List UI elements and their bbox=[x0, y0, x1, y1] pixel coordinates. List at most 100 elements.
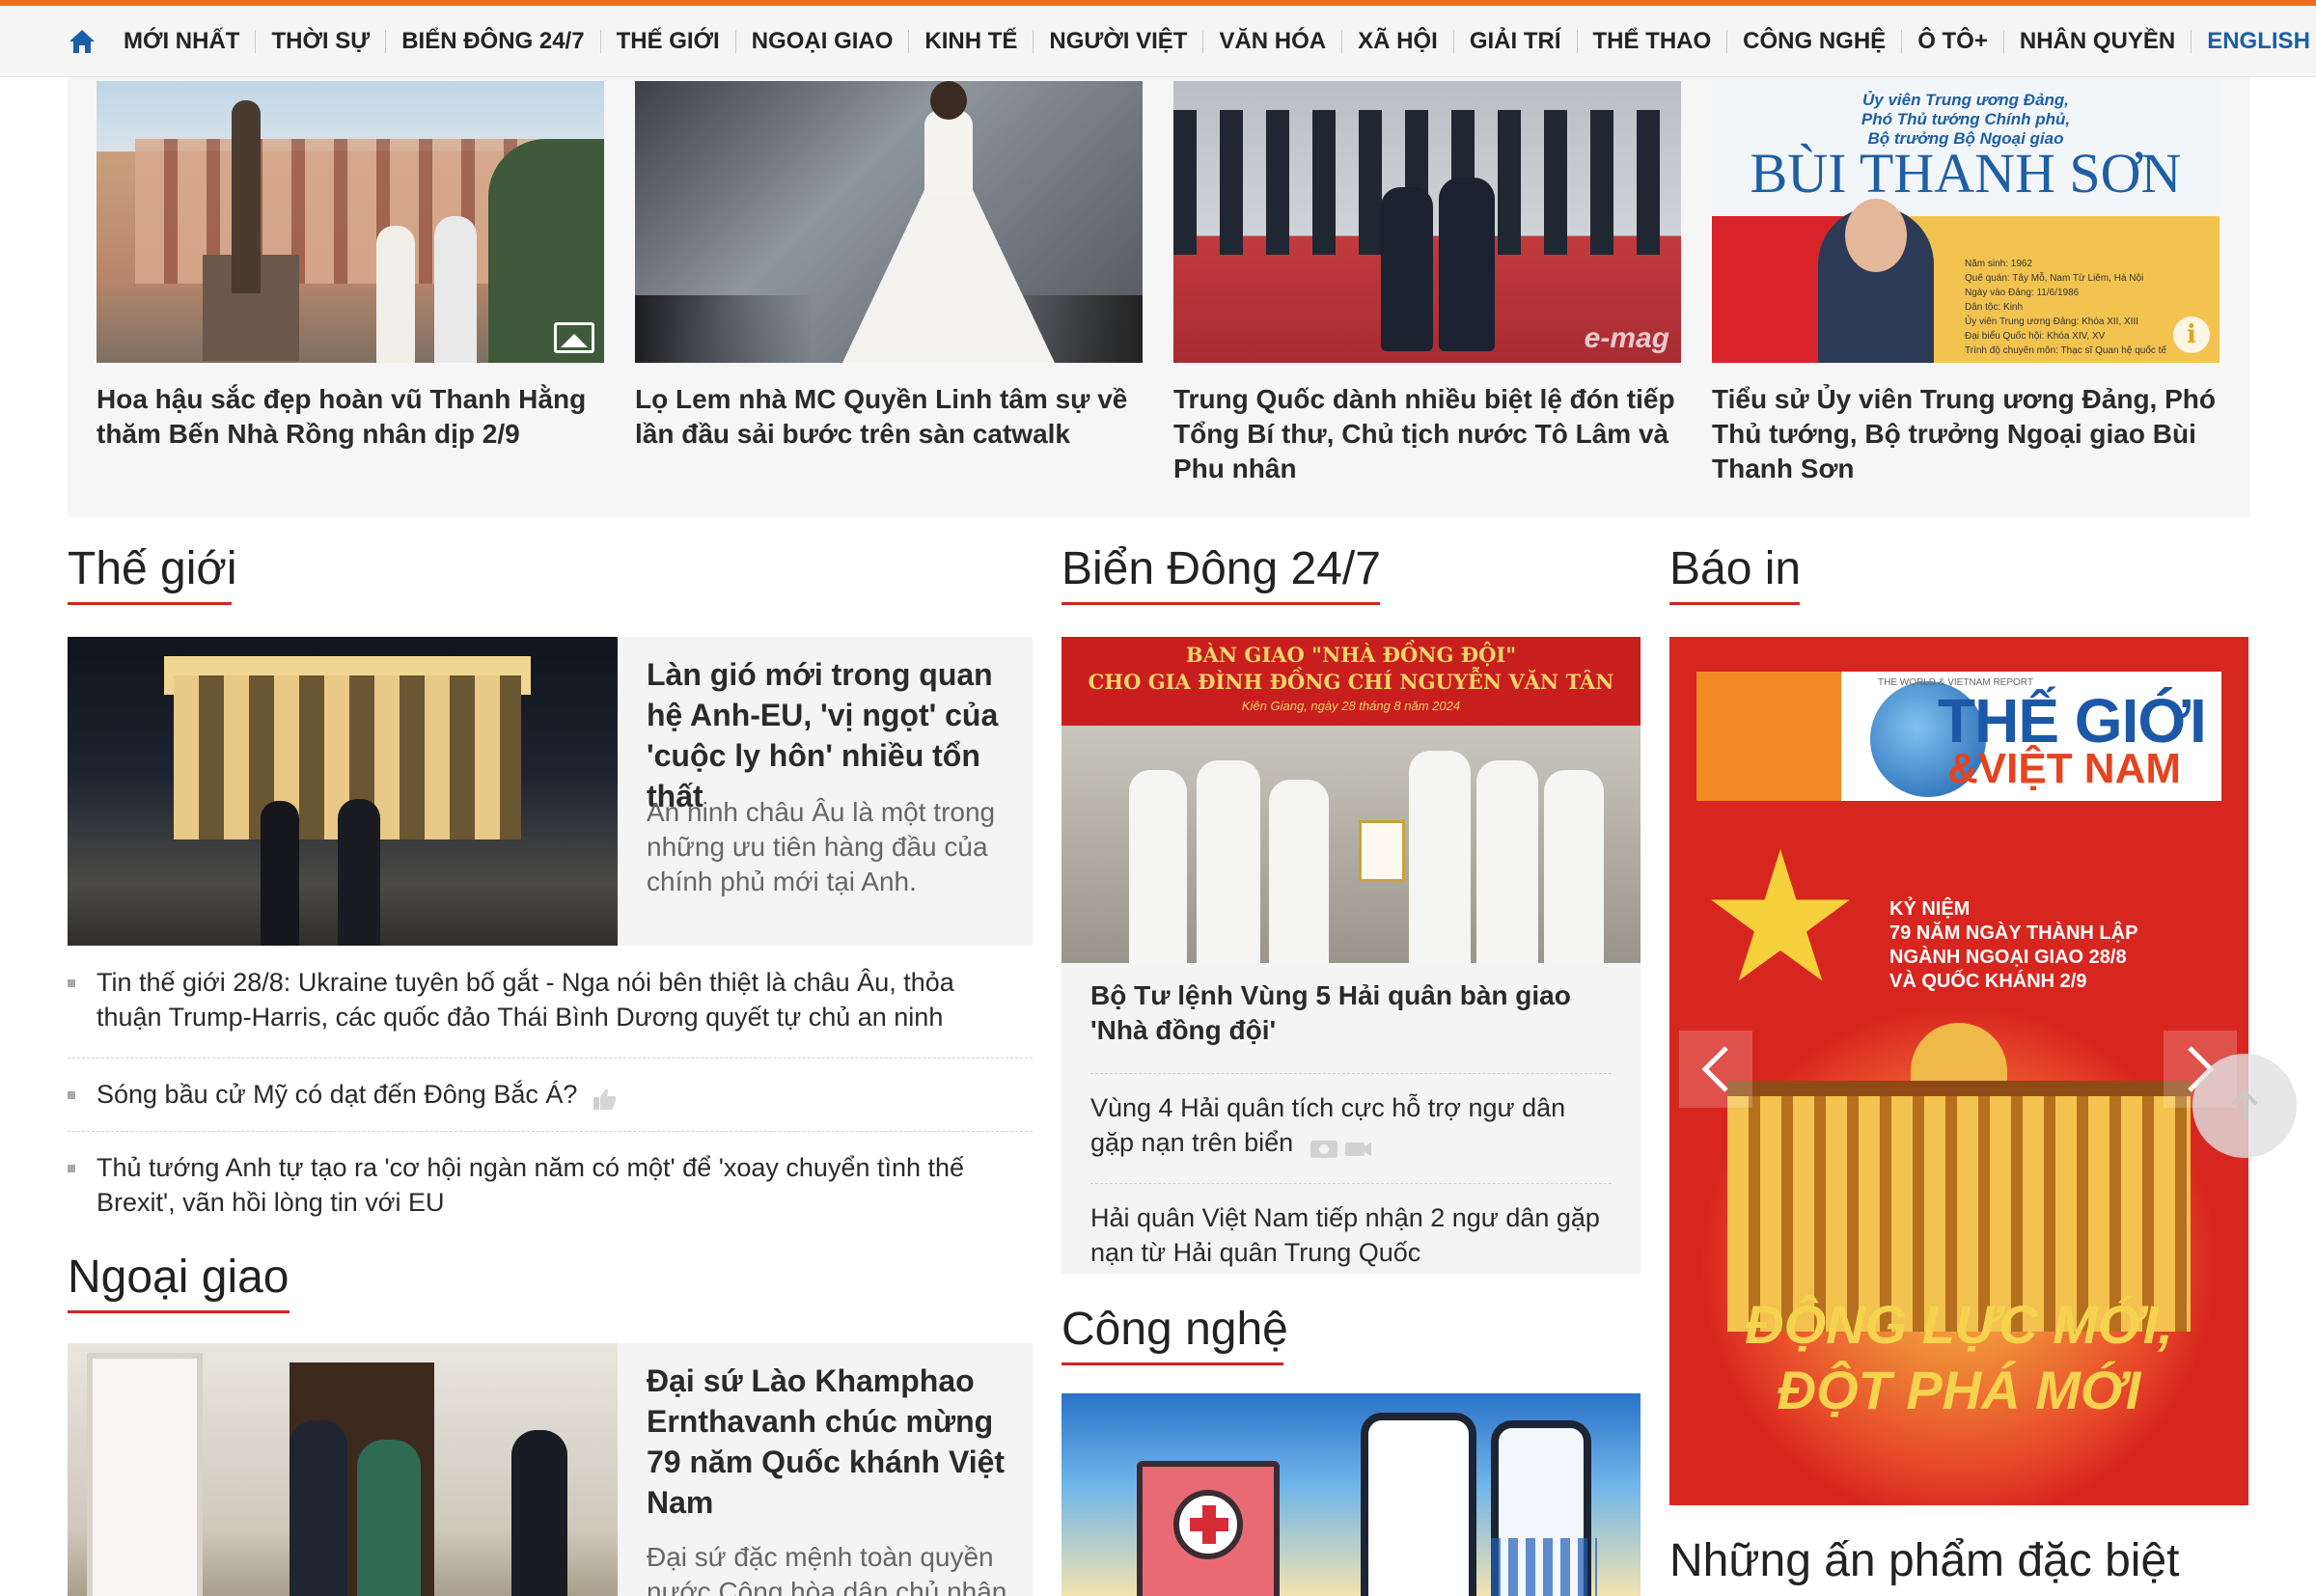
nav-item-english[interactable]: ENGLISH bbox=[2207, 28, 2310, 55]
thumbs-up-icon bbox=[593, 1085, 618, 1110]
cover-slogan: ĐỘT PHÁ MỚI bbox=[1777, 1360, 2141, 1420]
featured-image[interactable] bbox=[635, 81, 1143, 363]
profile-fact: Quê quán: Tây Mỗ, Nam Từ Liêm, Hà Nội bbox=[1965, 273, 2144, 284]
nav-item[interactable]: XÃ HỘI bbox=[1358, 28, 1470, 55]
nav-separator bbox=[1726, 30, 1728, 53]
featured-title[interactable]: Tiểu sử Ủy viên Trung ương Đảng, Phó Thủ… bbox=[1712, 382, 2220, 486]
nav-item[interactable]: NHÂN QUYỀN bbox=[2020, 28, 2207, 55]
featured-title[interactable]: Hoa hậu sắc đẹp hoàn vũ Thanh Hằng thăm … bbox=[96, 382, 604, 452]
section-title-cong-nghe[interactable]: Công nghệ bbox=[1062, 1303, 1288, 1356]
divider bbox=[1090, 1073, 1612, 1074]
featured-card[interactable]: Ủy viên Trung ương Đảng, Phó Thủ tướng C… bbox=[1712, 81, 2220, 486]
lead-image[interactable] bbox=[68, 1343, 618, 1596]
nav-separator bbox=[385, 30, 387, 53]
nav-item[interactable]: MỚI NHẤT bbox=[124, 28, 271, 55]
profile-fact: Trình độ chuyên môn: Thạc sĩ Quan hệ quố… bbox=[1965, 345, 2167, 356]
scroll-to-top-button[interactable] bbox=[2192, 1054, 2297, 1158]
nav-separator bbox=[2191, 30, 2192, 53]
list-item[interactable]: Hải quân Việt Nam tiếp nhận 2 ngư dân gặ… bbox=[1090, 1200, 1612, 1270]
lead-article-ngoai-giao: Đại sứ Lào Khamphao Ernthavanh chúc mừng… bbox=[68, 1343, 1033, 1596]
nav-separator bbox=[599, 30, 601, 53]
section-underline bbox=[1062, 1362, 1283, 1365]
photo-video-icon bbox=[1309, 1133, 1372, 1158]
gallery-icon bbox=[554, 322, 594, 353]
nav-item[interactable]: THỜI SỰ bbox=[271, 28, 401, 55]
divider bbox=[1090, 1183, 1612, 1184]
featured-image[interactable] bbox=[96, 81, 604, 363]
nav-item[interactable]: VĂN HÓA bbox=[1219, 28, 1358, 55]
cover-anniversary: KỶ NIỆM 79 NĂM NGÀY THÀNH LẬP NGÀNH NGOẠ… bbox=[1889, 898, 2138, 992]
featured-title[interactable]: Lọ Lem nhà MC Quyền Linh tâm sự về lần đ… bbox=[635, 382, 1143, 452]
nav-separator bbox=[2002, 30, 2004, 53]
bullet bbox=[68, 979, 75, 987]
profile-fact: Đại biểu Quốc hội: Khóa XIV, XV bbox=[1965, 331, 2106, 342]
nav-item[interactable]: NGƯỜI VIỆT bbox=[1049, 28, 1219, 55]
lead-sapo: An ninh châu Âu là một trong những ưu ti… bbox=[647, 797, 996, 896]
bullet bbox=[68, 1165, 75, 1172]
section-title-the-gioi[interactable]: Thế giới bbox=[68, 542, 237, 595]
section-title-bao-in[interactable]: Báo in bbox=[1669, 542, 1801, 595]
list-item[interactable]: Vùng 4 Hải quân tích cực hỗ trợ ngư dân … bbox=[1090, 1090, 1612, 1160]
lead-title[interactable]: Làn gió mới trong quan hệ Anh-EU, 'vị ng… bbox=[647, 654, 1013, 816]
nav-separator bbox=[734, 30, 736, 53]
nav-item[interactable]: BIỂN ĐÔNG 24/7 bbox=[401, 28, 616, 55]
lead-title[interactable]: Bộ Tư lệnh Vùng 5 Hải quân bàn giao 'Nhà… bbox=[1090, 978, 1612, 1048]
nav-separator bbox=[1452, 30, 1454, 53]
profile-fact: Dân tộc: Kinh bbox=[1965, 302, 2024, 313]
profile-facts: Năm sinh: 1962 Quê quán: Tây Mỗ, Nam Từ L… bbox=[1965, 257, 2166, 358]
section-title-ngoai-giao[interactable]: Ngoại giao bbox=[68, 1251, 290, 1304]
nav-item[interactable]: Ô TÔ+ bbox=[1917, 28, 2020, 55]
lead-article-bien-dong: BÀN GIAO "NHÀ ĐỒNG ĐỘI" CHO GIA ĐÌNH ĐỒN… bbox=[1062, 637, 1640, 1274]
emag-watermark: e-mag bbox=[1584, 322, 1669, 354]
featured-card[interactable]: Hoa hậu sắc đẹp hoàn vũ Thanh Hằng thăm … bbox=[96, 81, 604, 452]
info-icon: i bbox=[2173, 316, 2210, 353]
nav-item[interactable]: THỂ THAO bbox=[1593, 28, 1744, 55]
lead-sapo: Đại sứ đặc mệnh toàn quyền nước Cộng hòa… bbox=[647, 1542, 1007, 1596]
section-underline bbox=[1669, 602, 1800, 605]
profile-fact: Ủy viên Trung ương Đảng: Khóa XII, XIII bbox=[1965, 316, 2139, 327]
arrow-up-icon bbox=[2231, 1089, 2258, 1121]
list-item[interactable]: Tin thế giới 28/8: Ukraine tuyên bố gắt … bbox=[68, 965, 984, 1034]
featured-card[interactable]: e-mag Trung Quốc dành nhiều biệt lệ đón … bbox=[1173, 81, 1681, 486]
section-underline bbox=[68, 1310, 290, 1313]
lead-image[interactable] bbox=[68, 637, 618, 946]
profile-fact: Năm sinh: 1962 bbox=[1965, 259, 2033, 269]
carousel-prev-button[interactable] bbox=[1679, 1031, 1752, 1108]
section-underline bbox=[68, 602, 232, 605]
main-navigation: MỚI NHẤT THỜI SỰ BIỂN ĐÔNG 24/7 THẾ GIỚI NGO… bbox=[0, 6, 2316, 77]
nav-item[interactable]: NGOẠI GIAO bbox=[752, 28, 925, 55]
cover-masthead: THE WORLD & VIETNAM REPORT THẾ GIỚI &VIỆ… bbox=[1696, 672, 2221, 801]
banner-line: Kiên Giang, ngày 28 tháng 8 năm 2024 bbox=[1241, 699, 1461, 713]
star-icon bbox=[1711, 849, 1850, 981]
lead-title[interactable]: Đại sứ Lào Khamphao Ernthavanh chúc mừng… bbox=[647, 1361, 1013, 1523]
divider bbox=[68, 1131, 1033, 1132]
nav-separator bbox=[1576, 30, 1578, 53]
print-edition-cover[interactable]: THE WORLD & VIETNAM REPORT THẾ GIỚI &VIỆ… bbox=[1669, 637, 2248, 1505]
profile-name: BÙI THANH SƠN bbox=[1750, 142, 2182, 205]
nav-separator bbox=[908, 30, 910, 53]
home-icon[interactable] bbox=[66, 25, 98, 58]
nav-item[interactable]: THẾ GIỚI bbox=[617, 28, 752, 55]
featured-image[interactable]: Ủy viên Trung ương Đảng, Phó Thủ tướng C… bbox=[1712, 81, 2220, 363]
nav-item[interactable]: KINH TẾ bbox=[924, 28, 1049, 55]
cover-slogan: ĐỘNG LỰC MỚI, bbox=[1745, 1294, 2173, 1355]
nav-item[interactable]: CÔNG NGHỆ bbox=[1743, 28, 1917, 55]
list-item[interactable]: Thủ tướng Anh tự tạo ra 'cơ hội ngàn năm… bbox=[68, 1150, 1004, 1220]
featured-title[interactable]: Trung Quốc dành nhiều biệt lệ đón tiếp T… bbox=[1173, 382, 1681, 486]
nav-separator bbox=[255, 30, 257, 53]
lead-article-the-gioi: Làn gió mới trong quan hệ Anh-EU, 'vị ng… bbox=[68, 637, 1033, 946]
featured-card[interactable]: Lọ Lem nhà MC Quyền Linh tâm sự về lần đ… bbox=[635, 81, 1143, 452]
lead-image[interactable]: BÀN GIAO "NHÀ ĐỒNG ĐỘI" CHO GIA ĐÌNH ĐỒN… bbox=[1062, 637, 1640, 963]
list-item[interactable]: Sóng bầu cử Mỹ có dạt đến Đông Bắc Á? bbox=[68, 1077, 984, 1112]
section-title-special-editions[interactable]: Những ấn phẩm đặc biệt bbox=[1669, 1534, 2179, 1587]
nav-separator bbox=[1901, 30, 1903, 53]
banner-line: CHO GIA ĐÌNH ĐỒNG CHÍ NGUYỄN VĂN TÂN bbox=[1088, 670, 1614, 694]
divider bbox=[68, 1058, 1033, 1059]
banner-line: BÀN GIAO "NHÀ ĐỒNG ĐỘI" bbox=[1185, 643, 1517, 667]
lead-image-cong-nghe[interactable] bbox=[1062, 1393, 1640, 1596]
featured-strip: Hoa hậu sắc đẹp hoàn vũ Thanh Hằng thăm … bbox=[68, 77, 2250, 517]
nav-item[interactable]: GIẢI TRÍ bbox=[1470, 28, 1593, 55]
featured-image[interactable]: e-mag bbox=[1173, 81, 1681, 363]
section-title-bien-dong[interactable]: Biển Đông 24/7 bbox=[1062, 542, 1381, 595]
nav-separator bbox=[1202, 30, 1204, 53]
